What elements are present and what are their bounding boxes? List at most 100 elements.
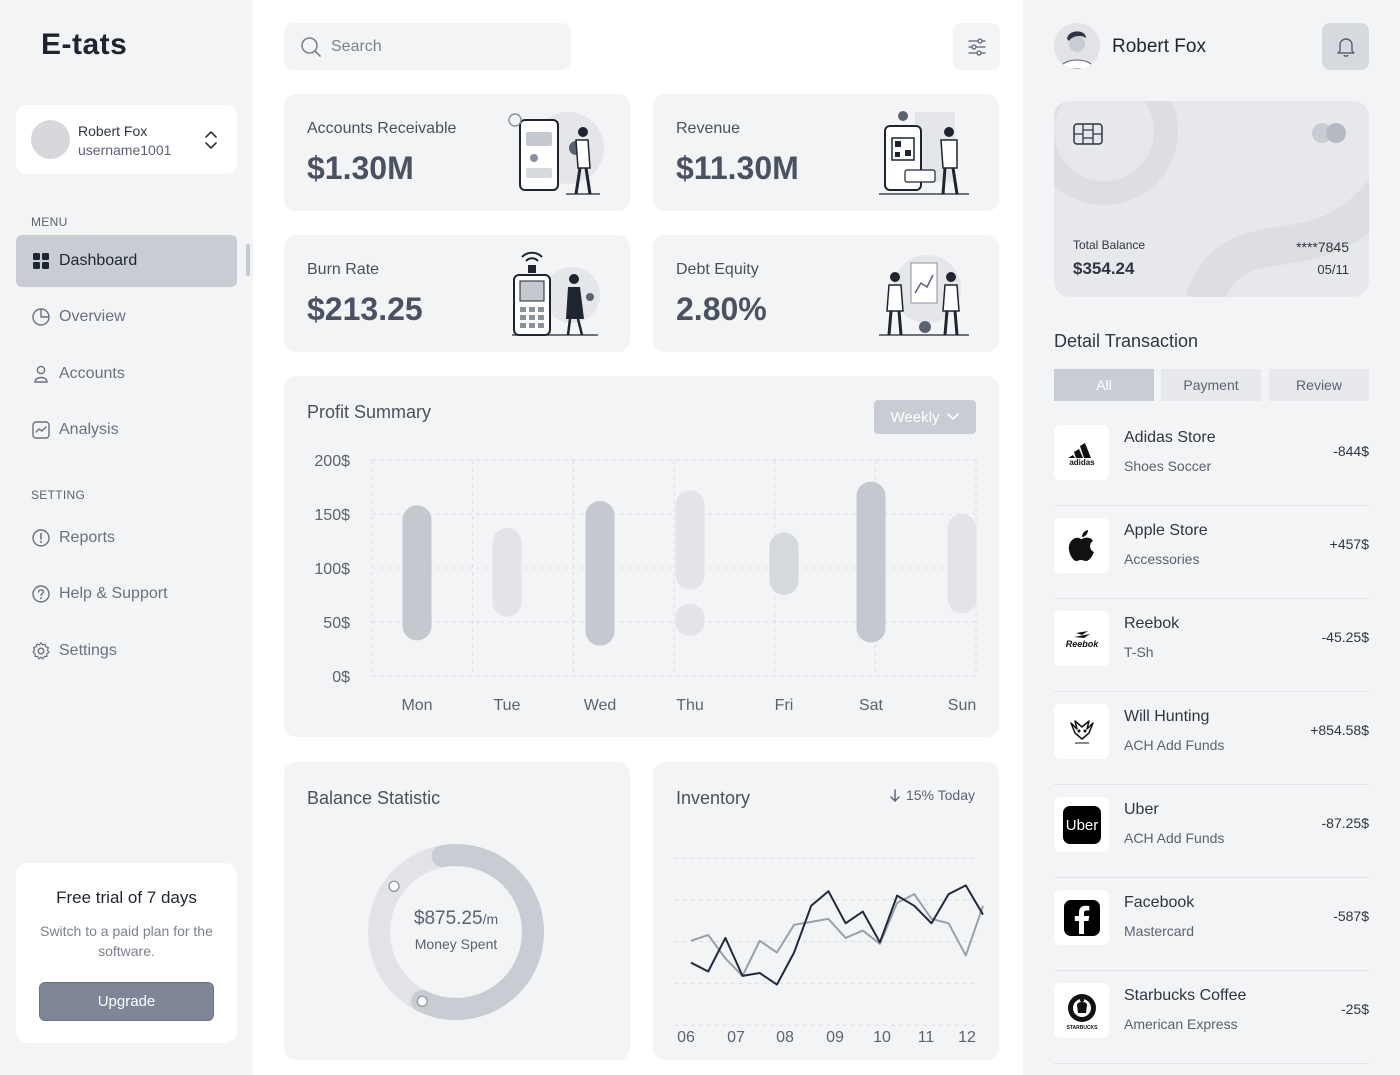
notifications-button[interactable] — [1322, 23, 1369, 70]
transaction-amount: -25$ — [1340, 1001, 1369, 1017]
x-tick-label: Mon — [401, 697, 432, 714]
x-tick-label: Thu — [676, 697, 704, 714]
trial-title: Free trial of 7 days — [56, 888, 197, 907]
bar-mon[interactable] — [402, 505, 432, 641]
stat-value: $11.30M — [676, 150, 799, 186]
trial-card: Free trial of 7 days Switch to a paid pl… — [16, 863, 237, 1043]
tab-review[interactable]: Review — [1269, 369, 1369, 401]
avatar[interactable] — [1054, 23, 1100, 69]
x-tick-label: 10 — [873, 1029, 891, 1046]
user-username: username1001 — [78, 142, 172, 158]
y-tick-label: 100$ — [314, 561, 350, 578]
y-tick-label: 150$ — [314, 507, 350, 524]
sidebar-item-label: Overview — [59, 308, 126, 325]
card-expiry: 05/11 — [1317, 262, 1349, 277]
stat-card-revenue[interactable]: Revenue $11.30M — [653, 94, 999, 211]
tab-all[interactable]: All — [1054, 369, 1154, 401]
stat-value: 2.80% — [676, 291, 767, 327]
transaction-row[interactable]: STARBUCKS Starbucks Coffee American Expr… — [1054, 971, 1369, 1064]
chevron-up-down-icon[interactable] — [204, 129, 218, 151]
bar-tue[interactable] — [492, 528, 522, 617]
transaction-amount: -844$ — [1333, 443, 1369, 459]
sidebar-item-label: Help & Support — [59, 585, 168, 602]
panel-title: Balance Statistic — [307, 788, 441, 808]
bar-sun[interactable] — [947, 514, 977, 614]
stat-label: Debt Equity — [676, 261, 759, 278]
stat-label: Accounts Receivable — [307, 120, 457, 137]
transaction-row[interactable]: Uber Uber ACH Add Funds -87.25$ — [1054, 785, 1369, 878]
x-tick-label: 06 — [677, 1029, 695, 1046]
stat-card-accounts-receivable[interactable]: Accounts Receivable $1.30M — [284, 94, 630, 211]
profit-bar-chart: 0$ 50$ 100$ 150$ 200$ Mon Tue Wed Thu Fri Sat Sun — [314, 453, 977, 714]
stat-card-debt-equity[interactable]: Debt Equity 2.80% — [653, 235, 999, 352]
uber-logo: Uber — [1054, 797, 1109, 852]
starbucks-logo: STARBUCKS — [1054, 983, 1109, 1038]
transaction-row[interactable]: Facebook Mastercard -587$ — [1054, 878, 1369, 971]
donut-start-marker — [388, 880, 400, 893]
avatar — [31, 120, 70, 159]
sidebar-item-settings[interactable]: Settings — [16, 625, 237, 677]
transaction-name: Uber — [1124, 801, 1159, 818]
sidebar-item-overview[interactable]: Overview — [16, 291, 237, 343]
app-logo[interactable]: E-tats — [41, 28, 127, 62]
transaction-amount: +854.58$ — [1310, 722, 1369, 738]
sidebar-item-reports[interactable]: Reports — [16, 512, 237, 564]
inventory-panel: Inventory 15% Today 06 07 08 09 10 11 12 — [653, 762, 999, 1060]
transaction-name: Adidas Store — [1124, 429, 1216, 446]
user-switcher[interactable]: Robert Fox username1001 — [16, 105, 237, 174]
sidebar-scrollbar[interactable] — [246, 244, 250, 276]
y-tick-label: 200$ — [314, 453, 350, 470]
sidebar-item-dashboard[interactable]: Dashboard — [16, 235, 237, 287]
credit-card[interactable]: Total Balance $354.24 ****7845 05/11 — [1054, 101, 1369, 297]
phone-payment-illustration — [508, 112, 604, 195]
filter-button[interactable] — [953, 23, 1000, 70]
transaction-sub: American Express — [1124, 1016, 1238, 1032]
stat-value: $1.30M — [307, 150, 414, 186]
bar-fri[interactable] — [769, 532, 799, 595]
bar-sat[interactable] — [856, 481, 886, 643]
sidebar-item-accounts[interactable]: Accounts — [16, 348, 237, 400]
transaction-row[interactable]: Will Hunting ACH Add Funds +854.58$ — [1054, 692, 1369, 785]
bar-wed[interactable] — [585, 501, 615, 646]
donut-value: $875.25/m — [356, 908, 556, 930]
transaction-name: Reebok — [1124, 615, 1180, 632]
user-icon — [31, 364, 51, 384]
donut-value-unit: /m — [482, 911, 499, 927]
search-icon — [301, 36, 321, 57]
bar-thu[interactable] — [675, 603, 705, 637]
bar-thu[interactable] — [675, 490, 705, 590]
transaction-row[interactable]: adidas Adidas Store Shoes Soccer -844$ — [1054, 413, 1369, 506]
sidebar-item-label: Settings — [59, 642, 117, 659]
x-tick-label: 12 — [958, 1029, 976, 1046]
upgrade-button[interactable]: Upgrade — [39, 982, 214, 1021]
x-tick-label: 08 — [776, 1029, 794, 1046]
transaction-row[interactable]: Reebok Reebok T-Sh -45.25$ — [1054, 599, 1369, 692]
qr-payment-illustration — [879, 111, 969, 195]
stat-card-burn-rate[interactable]: Burn Rate $213.25 — [284, 235, 630, 352]
y-tick-label: 50$ — [323, 615, 350, 632]
pie-chart-icon — [31, 307, 51, 327]
transaction-sub: ACH Add Funds — [1124, 737, 1225, 753]
x-tick-label: 09 — [826, 1029, 844, 1046]
svg-text:Reebok: Reebok — [1065, 639, 1099, 649]
donut-chart — [367, 843, 545, 1021]
facebook-logo — [1054, 890, 1109, 945]
transaction-name: Starbucks Coffee — [1124, 987, 1247, 1004]
transaction-row[interactable]: Apple Store Accessories +457$ — [1054, 506, 1369, 599]
adidas-logo: adidas — [1054, 425, 1109, 480]
transaction-sub: Shoes Soccer — [1124, 458, 1212, 474]
detail-transaction-title: Detail Transaction — [1054, 331, 1199, 351]
right-panel: Robert Fox Total Balance $354.24 ****784… — [1023, 0, 1400, 1075]
search-input[interactable]: Search — [284, 23, 571, 70]
info-circle-icon — [31, 528, 51, 548]
sidebar-item-analysis[interactable]: Analysis — [16, 404, 237, 456]
sliders-icon — [967, 37, 986, 56]
x-tick-label: 11 — [918, 1029, 935, 1046]
donut-label: Money Spent — [414, 936, 498, 952]
donut-slice[interactable] — [367, 843, 545, 1021]
main-content: Search Accounts Receivable $1.30M Revenu… — [253, 0, 1023, 1075]
sidebar-item-label: Analysis — [59, 421, 119, 438]
tab-payment[interactable]: Payment — [1161, 369, 1261, 401]
sidebar-item-help[interactable]: Help & Support — [16, 568, 237, 620]
svg-text:STARBUCKS: STARBUCKS — [1066, 1025, 1098, 1031]
